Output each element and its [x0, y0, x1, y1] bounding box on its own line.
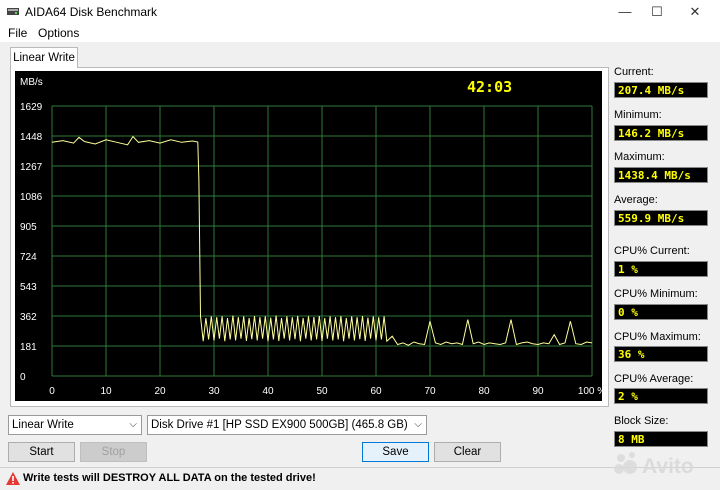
warning-icon: [6, 472, 20, 485]
menu-bar: File Options: [0, 24, 720, 42]
save-button[interactable]: Save: [362, 442, 429, 462]
elapsed-timer: 42:03: [467, 78, 512, 96]
cpu-current-value: 1 %: [614, 261, 708, 277]
start-button[interactable]: Start: [8, 442, 75, 462]
y-tick-label: 543: [20, 282, 37, 293]
cpu-average-value: 2 %: [614, 388, 708, 404]
destroy-warning: Write tests will DESTROY ALL DATA on the…: [23, 472, 316, 484]
cpu-average-label: CPU% Average:: [614, 373, 694, 385]
y-tick-label: 362: [20, 312, 37, 323]
clear-button[interactable]: Clear: [434, 442, 501, 462]
x-tick-label: 50: [316, 386, 328, 397]
x-tick-label: 0: [49, 386, 55, 397]
maximum-label: Maximum:: [614, 151, 665, 163]
cpu-current-label: CPU% Current:: [614, 245, 690, 257]
average-value: 559.9 MB/s: [614, 210, 708, 226]
watermark-text: Avito: [642, 455, 694, 478]
x-tick-label: 40: [262, 386, 274, 397]
x-tick-label: 90: [532, 386, 544, 397]
benchmark-chart: 1629 1448 1267 1086 905 724 543 362 181 0 0 10 20 30…: [15, 71, 602, 401]
x-tick-label: 70: [424, 386, 436, 397]
stop-button[interactable]: Stop: [80, 442, 147, 462]
cpu-maximum-label: CPU% Maximum:: [614, 331, 701, 343]
maximum-value: 1438.4 MB/s: [614, 167, 708, 183]
cpu-maximum-value: 36 %: [614, 346, 708, 362]
y-tick-label: 1267: [20, 162, 43, 173]
test-type-selected: Linear Write: [12, 419, 74, 431]
average-label: Average:: [614, 194, 658, 206]
y-tick-label: 1629: [20, 102, 43, 113]
test-type-select[interactable]: Linear Write ⌵: [8, 415, 142, 435]
y-tick-label: 0: [20, 372, 26, 383]
cpu-minimum-label: CPU% Minimum:: [614, 288, 698, 300]
maximize-button[interactable]: ☐: [638, 0, 676, 24]
minimum-label: Minimum:: [614, 109, 662, 121]
avito-watermark: Avito: [614, 452, 694, 478]
menu-options[interactable]: Options: [38, 26, 79, 40]
y-tick-label: 724: [20, 252, 37, 263]
cpu-minimum-value: 0 %: [614, 304, 708, 320]
drive-select[interactable]: Disk Drive #1 [HP SSD EX900 500GB] (465.…: [147, 415, 427, 435]
chevron-down-icon: ⌵: [414, 419, 422, 430]
current-value: 207.4 MB/s: [614, 82, 708, 98]
disk-app-icon: [7, 8, 19, 15]
x-tick-label: 60: [370, 386, 382, 397]
title-bar: AIDA64 Disk Benchmark — ☐ ✕: [0, 0, 720, 24]
x-tick-label: 80: [478, 386, 490, 397]
x-tick-label: 100 %: [578, 386, 602, 397]
x-tick-label: 20: [154, 386, 166, 397]
window-title: AIDA64 Disk Benchmark: [25, 5, 158, 19]
tab-linear-write[interactable]: Linear Write: [10, 47, 78, 68]
drive-selected: Disk Drive #1 [HP SSD EX900 500GB] (465.…: [151, 419, 408, 431]
menu-file[interactable]: File: [8, 26, 27, 40]
x-tick-label: 10: [100, 386, 112, 397]
y-tick-label: 1448: [20, 132, 43, 143]
block-size-label: Block Size:: [614, 415, 669, 427]
block-size-value: 8 MB: [614, 431, 708, 447]
chart-svg: 1629 1448 1267 1086 905 724 543 362 181 0 0 10 20 30…: [20, 77, 602, 397]
y-tick-label: 181: [20, 342, 37, 353]
minimum-value: 146.2 MB/s: [614, 125, 708, 141]
x-tick-label: 30: [208, 386, 220, 397]
current-label: Current:: [614, 66, 654, 78]
y-tick-label: 1086: [20, 192, 43, 203]
chevron-down-icon: ⌵: [129, 419, 137, 430]
close-button[interactable]: ✕: [676, 0, 714, 24]
y-tick-label: 905: [20, 222, 37, 233]
y-axis-label: MB/s: [20, 77, 43, 88]
